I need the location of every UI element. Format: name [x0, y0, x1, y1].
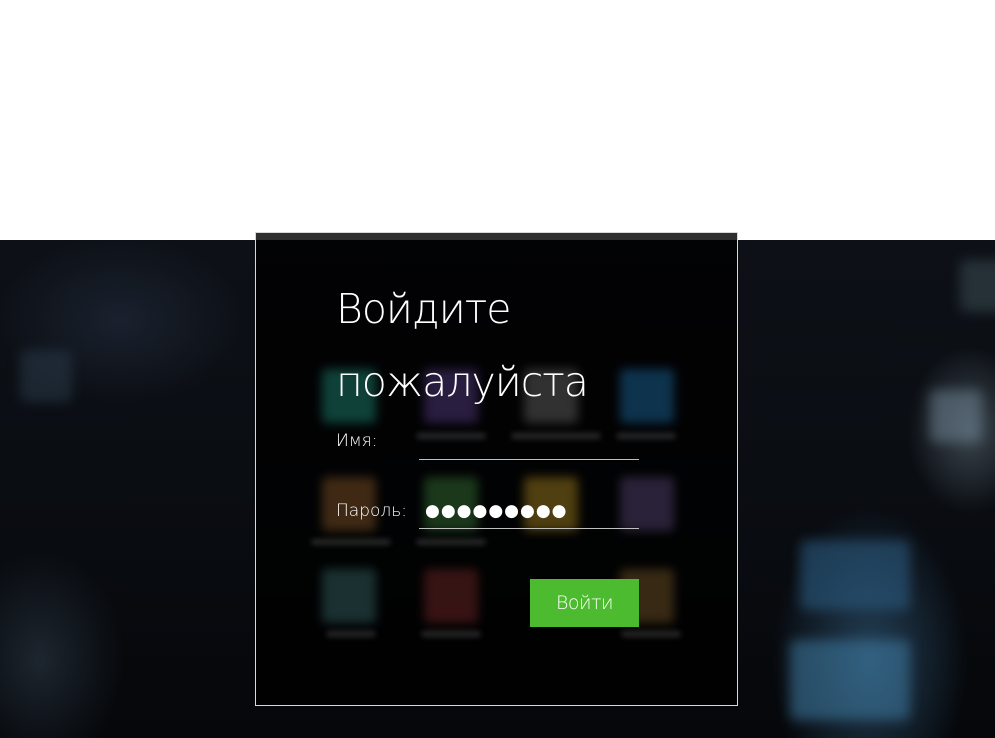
blurred-caption	[326, 631, 376, 637]
blurred-app-icon	[322, 569, 376, 623]
blurred-caption	[421, 631, 481, 637]
blurred-app-icon	[790, 640, 910, 720]
login-heading: Войдите пожалуйста	[336, 285, 589, 406]
blurred-app-icon	[800, 540, 910, 610]
blurred-caption	[311, 539, 391, 545]
blurred-caption	[621, 631, 681, 637]
login-submit-button[interactable]: Войти	[530, 579, 639, 627]
password-label: Пароль:	[336, 501, 408, 521]
blurred-app-icon	[424, 569, 478, 623]
blurred-caption	[416, 539, 486, 545]
blurred-app-icon	[930, 390, 982, 442]
blurred-app-icon	[20, 350, 72, 402]
password-masked-value: ●●●●●●●●●	[425, 501, 568, 521]
blurred-app-icon	[960, 260, 995, 312]
name-input[interactable]	[419, 426, 639, 460]
login-panel: Войдите пожалуйста Имя: Пароль: ●●●●●●●●…	[255, 232, 738, 706]
top-blank-area	[0, 0, 995, 240]
name-label: Имя:	[336, 431, 378, 451]
password-input[interactable]: ●●●●●●●●●	[419, 495, 639, 529]
